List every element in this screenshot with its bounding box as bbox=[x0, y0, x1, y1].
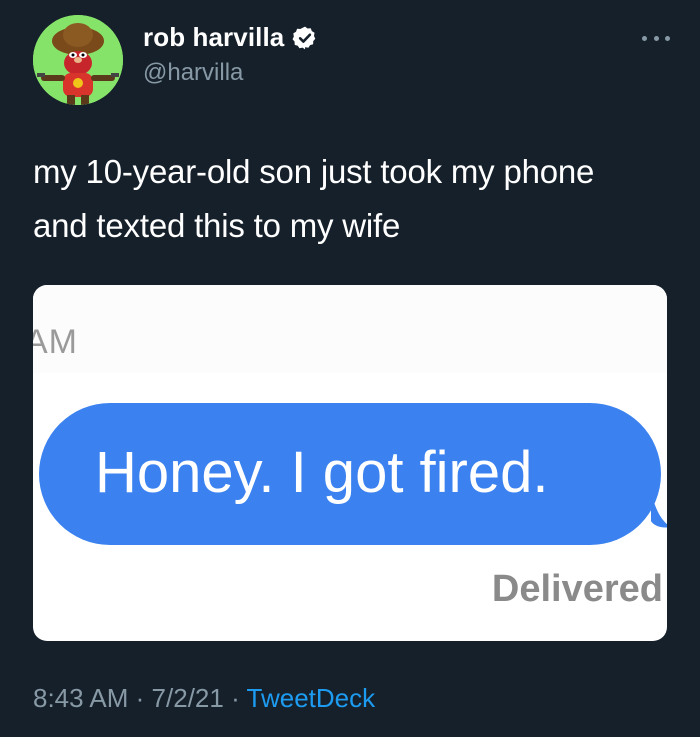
author-block: rob harvilla @harvilla bbox=[143, 22, 318, 87]
tweet-text: my 10-year-old son just took my phone an… bbox=[33, 153, 595, 244]
message-header-strip bbox=[33, 285, 667, 373]
bubble-tail-icon bbox=[651, 491, 667, 528]
more-options-icon[interactable] bbox=[642, 30, 670, 46]
tweet-source-link[interactable]: TweetDeck bbox=[247, 683, 376, 713]
user-handle[interactable]: @harvilla bbox=[143, 59, 318, 87]
verified-badge-icon bbox=[292, 25, 318, 51]
cartoon-character-avatar-icon bbox=[33, 15, 123, 105]
tweet-time[interactable]: 8:43 AM bbox=[33, 683, 128, 713]
tweet-date[interactable]: 7/2/21 bbox=[152, 683, 224, 713]
tweet: rob harvilla @harvilla my 10-year-old so… bbox=[0, 0, 700, 737]
display-name[interactable]: rob harvilla bbox=[143, 22, 284, 53]
name-row: rob harvilla bbox=[143, 22, 318, 53]
avatar[interactable] bbox=[33, 15, 123, 105]
meta-separator: · bbox=[231, 683, 240, 713]
message-timestamp-fragment: AM bbox=[33, 323, 78, 361]
delivery-status: Delivered bbox=[491, 568, 663, 610]
tweet-meta: 8:43 AM · 7/2/21 · TweetDeck bbox=[33, 683, 375, 714]
message-bubble: Honey. I got fired. bbox=[39, 403, 661, 545]
message-text: Honey. I got fired. bbox=[95, 440, 549, 505]
tweet-image[interactable]: AM Honey. I got fired. Delivered bbox=[33, 285, 667, 641]
meta-separator: · bbox=[135, 683, 145, 713]
